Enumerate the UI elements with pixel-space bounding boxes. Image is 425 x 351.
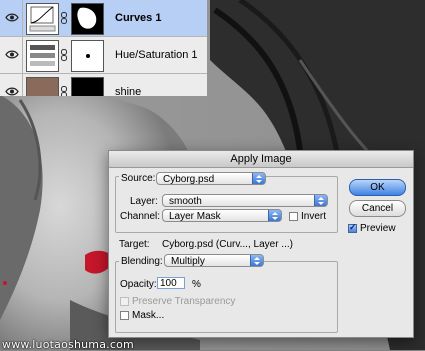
layer-mask-thumbnail[interactable] xyxy=(71,3,104,35)
eye-icon[interactable] xyxy=(2,37,23,73)
layer-row-curves[interactable]: Curves 1 xyxy=(0,0,207,37)
curves-adjustment-icon xyxy=(26,3,59,35)
mask-label[interactable]: Mask... xyxy=(132,310,164,321)
preserve-transparency-checkbox[interactable] xyxy=(120,297,129,306)
target-value: Cyborg.psd (Curv..., Layer ...) xyxy=(162,239,293,250)
hue-saturation-adjustment-icon xyxy=(26,40,59,72)
target-label: Target: xyxy=(119,239,150,250)
layer-name: shine xyxy=(115,86,142,96)
channel-select[interactable]: Layer Mask xyxy=(162,209,282,222)
link-chain-icon[interactable] xyxy=(60,12,68,24)
invert-label[interactable]: Invert xyxy=(301,211,326,222)
cancel-button[interactable]: Cancel xyxy=(349,200,406,217)
popup-arrows-icon xyxy=(250,255,263,266)
layer-select[interactable]: smooth xyxy=(162,194,328,207)
link-chain-icon[interactable] xyxy=(60,49,68,61)
opacity-input[interactable]: 100 xyxy=(157,277,185,289)
opacity-unit: % xyxy=(192,279,201,290)
layers-panel: Curves 1 Hue/Saturation 1 shine xyxy=(0,0,207,96)
preserve-transparency-label: Preserve Transparency xyxy=(132,296,236,307)
link-chain-icon[interactable] xyxy=(60,86,68,96)
watermark: www.luotaoshuma.com xyxy=(2,338,134,351)
channel-label: Channel: xyxy=(120,211,161,222)
layer-mask-thumbnail[interactable] xyxy=(71,40,104,72)
ok-button[interactable]: OK xyxy=(349,179,406,196)
popup-arrows-icon xyxy=(268,210,281,221)
mask-checkbox[interactable] xyxy=(120,311,129,320)
opacity-label: Opacity: xyxy=(120,279,157,290)
photo-thumbnail xyxy=(26,77,59,96)
source-label: Source: xyxy=(119,173,158,184)
preview-checkbox[interactable] xyxy=(348,222,357,233)
dialog-title: Apply Image xyxy=(109,151,413,168)
blending-label: Blending: xyxy=(119,256,165,267)
layer-name: Hue/Saturation 1 xyxy=(115,49,198,61)
eye-icon[interactable] xyxy=(2,0,23,36)
source-select[interactable]: Cyborg.psd xyxy=(156,172,266,185)
layer-row-shine[interactable]: shine xyxy=(0,74,207,96)
eye-icon[interactable] xyxy=(2,74,23,96)
layer-row-hue-saturation[interactable]: Hue/Saturation 1 xyxy=(0,37,207,74)
preview-label[interactable]: Preview xyxy=(360,223,396,234)
layer-mask-thumbnail[interactable] xyxy=(71,77,104,96)
layer-name: Curves 1 xyxy=(115,12,162,24)
popup-arrows-icon xyxy=(252,173,265,184)
invert-checkbox[interactable] xyxy=(289,212,298,221)
popup-arrows-icon xyxy=(314,195,327,206)
apply-image-dialog: Apply Image Source: Cyborg.psd Layer: sm… xyxy=(108,150,414,338)
layer-label: Layer: xyxy=(130,196,158,207)
blending-select[interactable]: Multiply xyxy=(164,254,264,267)
